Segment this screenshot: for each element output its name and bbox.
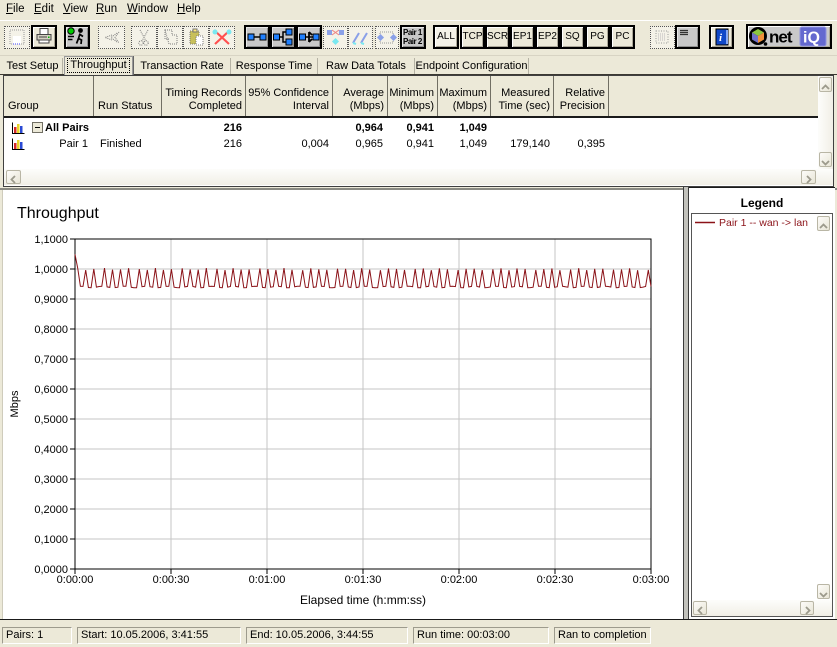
svg-text:iQ: iQ <box>803 30 820 47</box>
svg-text:Elapsed time (h:mm:ss): Elapsed time (h:mm:ss) <box>300 593 426 607</box>
svg-text:0,4000: 0,4000 <box>34 444 68 456</box>
svg-text:0:01:30: 0:01:30 <box>345 574 382 586</box>
svg-text:0,2000: 0,2000 <box>34 504 68 516</box>
svg-text:0,1000: 0,1000 <box>34 534 68 546</box>
svg-text:0:00:30: 0:00:30 <box>153 574 190 586</box>
svg-text:0:00:00: 0:00:00 <box>57 574 94 586</box>
svg-text:1,1000: 1,1000 <box>34 234 68 246</box>
svg-text:0,5000: 0,5000 <box>34 414 68 426</box>
svg-text:0,9000: 0,9000 <box>34 294 68 306</box>
svg-text:Throughput: Throughput <box>17 205 99 222</box>
svg-text:0:01:00: 0:01:00 <box>249 574 286 586</box>
svg-text:0,8000: 0,8000 <box>34 324 68 336</box>
svg-text:Mbps: Mbps <box>9 390 21 417</box>
svg-text:1,0000: 1,0000 <box>34 264 68 276</box>
svg-text:0,6000: 0,6000 <box>34 384 68 396</box>
svg-text:0,7000: 0,7000 <box>34 354 68 366</box>
svg-text:0:03:00: 0:03:00 <box>633 574 670 586</box>
svg-text:0:02:30: 0:02:30 <box>537 574 574 586</box>
svg-text:0:02:00: 0:02:00 <box>441 574 478 586</box>
svg-text:net: net <box>769 28 793 47</box>
svg-text:0,3000: 0,3000 <box>34 474 68 486</box>
